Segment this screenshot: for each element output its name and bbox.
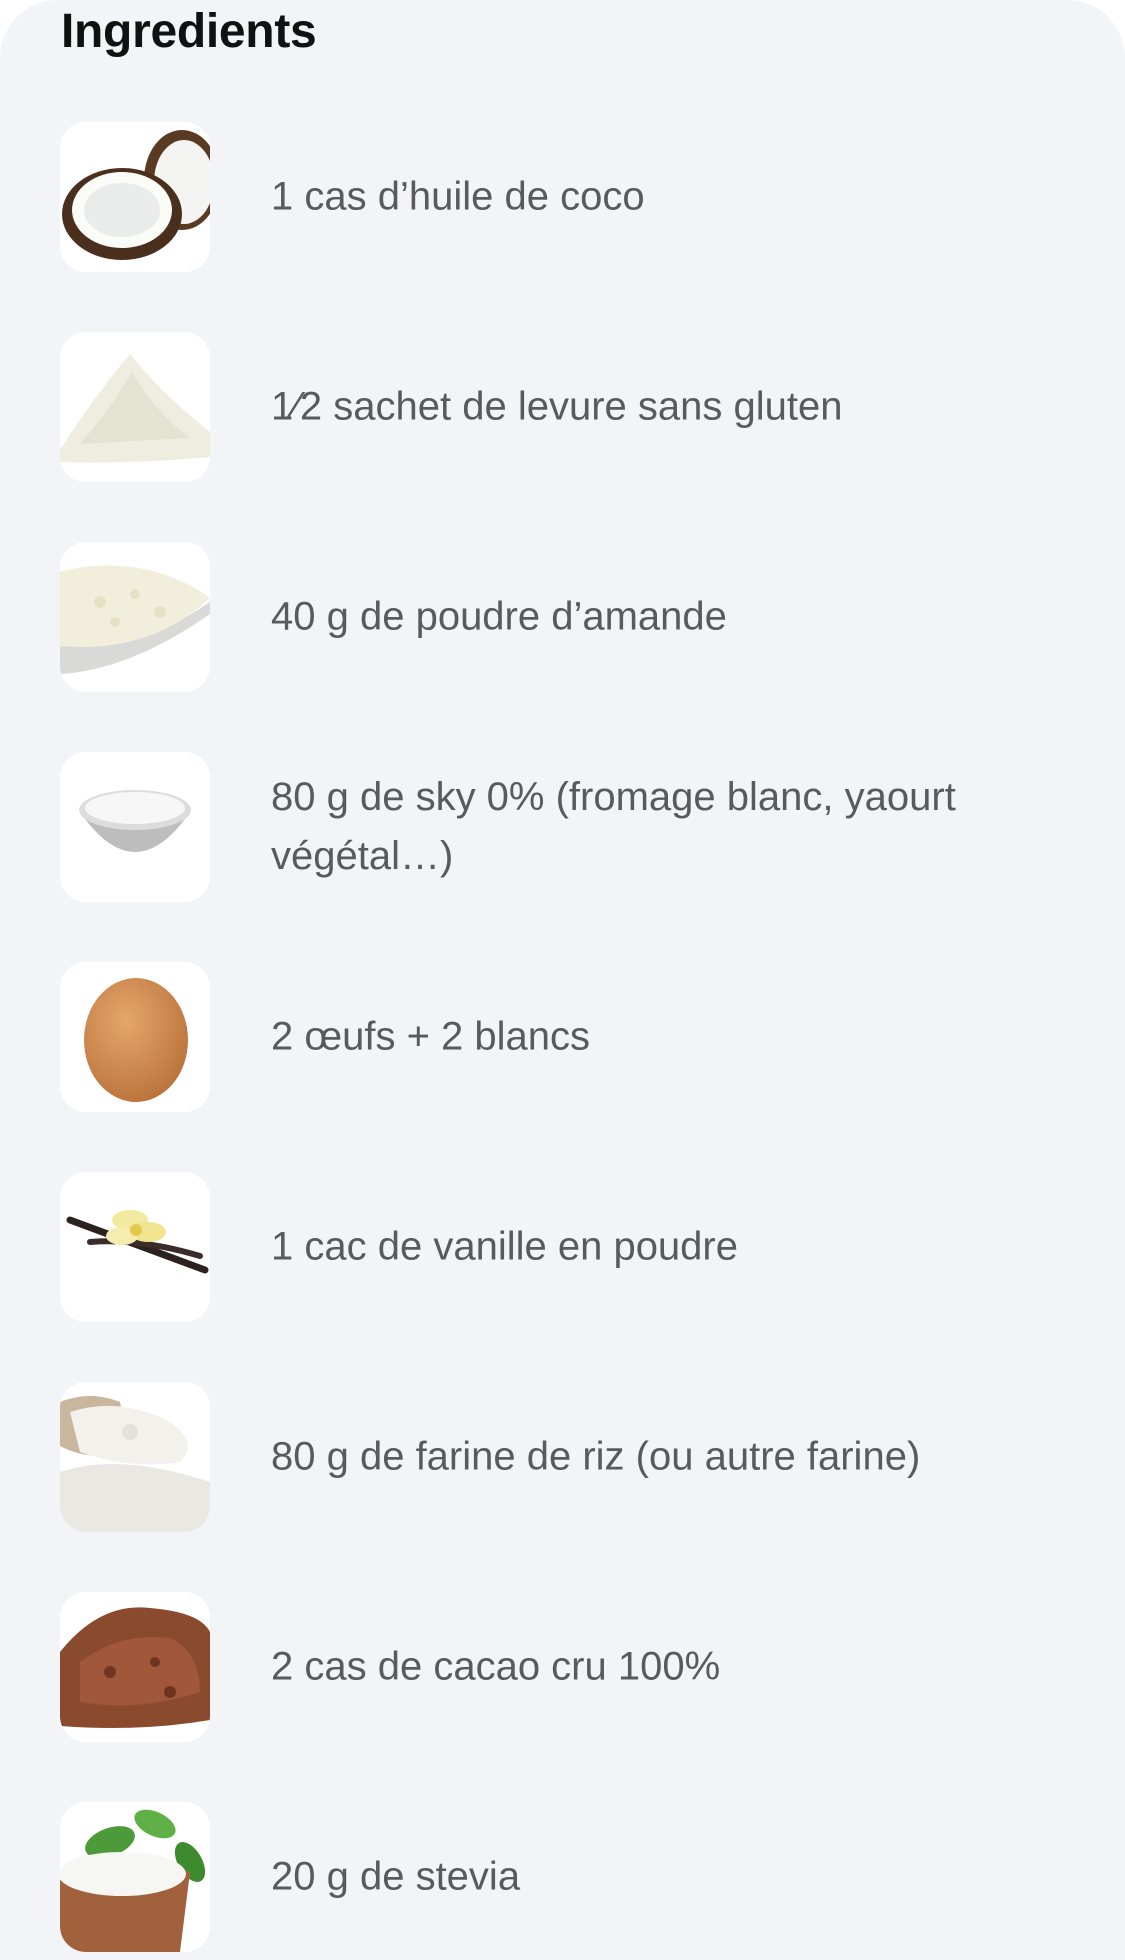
almond-powder-icon (60, 542, 210, 692)
ingredient-label: 2 cas de cacao cru 100% (271, 1644, 721, 1689)
ingredient-row: 1 cac de vanille en poudre (0, 1172, 1125, 1382)
ingredient-label: 1 cac de vanille en poudre (271, 1224, 738, 1269)
rice-flour-icon (60, 1382, 210, 1532)
ingredient-row: 1 cas d’huile de coco (0, 122, 1125, 332)
yogurt-bowl-icon (60, 752, 210, 902)
ingredient-label: 80 g de sky 0% (fromage blanc, yaourt vé… (271, 775, 956, 878)
ingredient-label: 1 cas d’huile de coco (271, 174, 645, 219)
flour-powder-icon (60, 332, 210, 482)
ingredient-row: 80 g de sky 0% (fromage blanc, yaourt vé… (0, 752, 1125, 962)
ingredient-label: 2 œufs + 2 blancs (271, 1014, 591, 1059)
ingredient-label: 80 g de farine de riz (ou autre farine) (271, 1434, 921, 1479)
ingredient-row: 20 g de stevia (0, 1802, 1125, 1960)
ingredient-row: 1⁄2 sachet de levure sans gluten (0, 332, 1125, 542)
ingredient-row: 40 g de poudre d’amande (0, 542, 1125, 752)
ingredient-list: 1 cas d’huile de coco 1⁄2 sachet de levu… (0, 122, 1125, 1960)
cocoa-powder-icon (60, 1592, 210, 1742)
ingredient-label: 1⁄2 sachet de levure sans gluten (271, 384, 843, 429)
ingredient-row: 2 œufs + 2 blancs (0, 962, 1125, 1172)
ingredient-label: 20 g de stevia (271, 1854, 521, 1899)
coconut-icon (60, 122, 210, 272)
stevia-icon (60, 1802, 210, 1952)
ingredients-sheet: Ingredients 1 cas d’huile de coco 1⁄2 sa… (0, 0, 1125, 1960)
ingredient-row: 80 g de farine de riz (ou autre farine) (0, 1382, 1125, 1592)
vanilla-icon (60, 1172, 210, 1322)
section-title: Ingredients (61, 5, 317, 58)
egg-icon (60, 962, 210, 1112)
ingredient-label: 40 g de poudre d’amande (271, 594, 727, 639)
ingredient-row: 2 cas de cacao cru 100% (0, 1592, 1125, 1802)
